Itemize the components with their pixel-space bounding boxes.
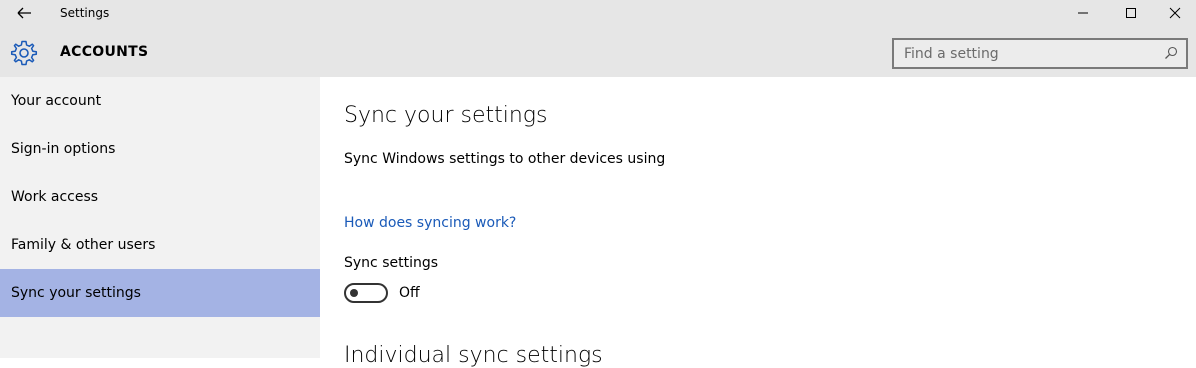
search-icon[interactable] [1164, 46, 1178, 60]
maximize-icon [1126, 8, 1136, 18]
search-box[interactable] [892, 38, 1188, 69]
minimize-icon [1078, 12, 1088, 14]
close-icon [1169, 7, 1181, 19]
page-title: Sync your settings [344, 103, 548, 128]
window-title: Settings [60, 6, 110, 20]
back-button[interactable] [12, 2, 36, 24]
toggle-knob [350, 289, 358, 297]
toggle-state-label: Off [399, 285, 420, 301]
individual-sync-settings-heading: Individual sync settings [344, 343, 603, 368]
minimize-button[interactable] [1060, 0, 1106, 26]
sidebar-item-work-access[interactable]: Work access [0, 173, 320, 221]
gear-icon [10, 40, 38, 66]
sync-settings-label: Sync settings [344, 255, 439, 271]
sidebar-item-family-other-users[interactable]: Family & other users [0, 221, 320, 269]
back-arrow-icon [17, 7, 31, 19]
sync-settings-toggle[interactable] [344, 283, 388, 303]
search-input[interactable] [894, 40, 1174, 67]
sidebar-item-sign-in-options[interactable]: Sign-in options [0, 125, 320, 173]
main-content: Sync your settings Sync Windows settings… [320, 77, 1196, 368]
maximize-button[interactable] [1108, 0, 1154, 26]
close-button[interactable] [1152, 0, 1196, 26]
sync-description: Sync Windows settings to other devices u… [344, 151, 666, 167]
sidebar-item-sync-your-settings[interactable]: Sync your settings [0, 269, 320, 317]
how-syncing-works-link[interactable]: How does syncing work? [344, 215, 516, 231]
sidebar: Your account Sign-in options Work access… [0, 77, 320, 358]
section-title: ACCOUNTS [60, 44, 149, 60]
page-header: ACCOUNTS [0, 26, 1196, 77]
title-bar: Settings [0, 0, 1196, 26]
sidebar-item-your-account[interactable]: Your account [0, 77, 320, 125]
